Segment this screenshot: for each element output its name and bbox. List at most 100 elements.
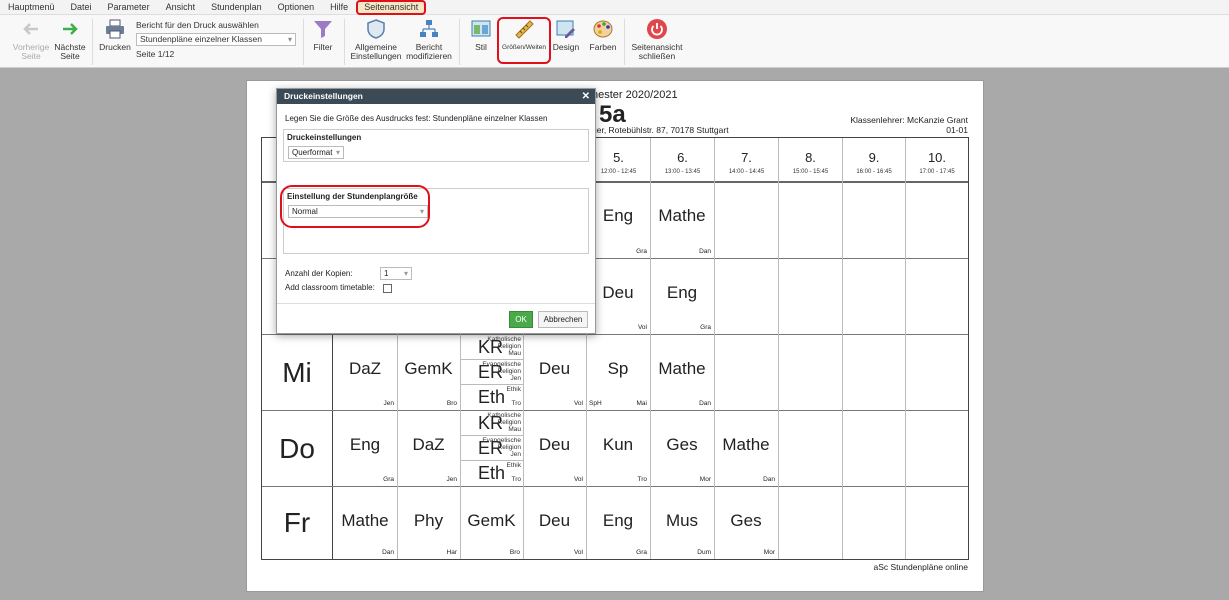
arrow-right-icon xyxy=(63,23,78,35)
ribbon-separator xyxy=(624,19,625,65)
religion-cell[interactable]: ER Evangelische Religion Jen xyxy=(460,360,523,385)
cancel-button[interactable]: Abbrechen xyxy=(538,311,588,328)
general-settings-button[interactable]: Allgemeine Einstellungen xyxy=(350,18,402,61)
lesson-cell[interactable]: DaZ Jen xyxy=(333,335,397,410)
lesson-subject: Deu xyxy=(538,359,571,378)
filter-button[interactable]: Filter xyxy=(308,18,338,52)
lesson-cell[interactable]: Deu Vol xyxy=(523,335,586,410)
style-button[interactable]: Stil xyxy=(467,18,495,52)
filter-label: Filter xyxy=(313,42,333,52)
close-preview-button[interactable]: Seitenansicht schließen xyxy=(630,18,684,61)
printer-icon xyxy=(106,19,124,39)
menu-hilfe[interactable]: Hilfe xyxy=(322,0,356,15)
copies-select[interactable]: 1 xyxy=(380,267,412,280)
column-divider xyxy=(905,181,906,559)
colors-label: Farben xyxy=(589,42,617,52)
group-label: Druckeinstellungen xyxy=(287,133,362,142)
design-label: Design xyxy=(552,42,580,52)
religion-detail: Ethik Tro xyxy=(506,386,521,407)
lesson-subject: Mus xyxy=(665,511,699,530)
lesson-subject: Mathe xyxy=(722,435,770,454)
lesson-teacher: Bro xyxy=(446,400,457,407)
lesson-teacher: Dan xyxy=(382,549,394,556)
dialog-header: Druckeinstellungen ✕ xyxy=(277,89,595,104)
lesson-cell[interactable]: Deu Vol xyxy=(523,411,586,486)
report-select[interactable]: Stundenpläne einzelner Klassen xyxy=(136,33,296,46)
lesson-cell[interactable]: Kun Tro xyxy=(586,411,650,486)
modify-report-button[interactable]: Bericht modifizieren xyxy=(405,18,453,61)
religion-cell[interactable]: Eth Ethik Tro xyxy=(460,461,523,486)
lesson-cell[interactable]: Mathe Dan xyxy=(650,335,714,410)
room-number: 01-01 xyxy=(946,125,968,135)
page-indicator: Seite 1/12 xyxy=(136,49,175,59)
power-icon xyxy=(647,19,667,39)
colors-button[interactable]: Farben xyxy=(588,18,618,52)
lesson-teacher: Vol xyxy=(573,476,583,483)
religion-cell[interactable]: Eth Ethik Tro xyxy=(460,385,523,410)
lesson-teacher: Har xyxy=(446,549,457,556)
ribbon-separator xyxy=(459,19,460,65)
lesson-teacher: Jen xyxy=(446,476,457,483)
copies-label: Anzahl der Kopien: xyxy=(285,269,353,278)
religion-detail: Evangelische Religion Jen xyxy=(482,437,521,458)
lesson-cell[interactable]: Phy Har xyxy=(397,487,460,559)
lesson-subject: Eng xyxy=(349,435,381,454)
period-header: 7. 14:00 - 14:45 xyxy=(714,138,778,181)
classroom-timetable-checkbox[interactable] xyxy=(383,284,392,293)
print-button[interactable]: Drucken xyxy=(98,18,132,52)
menu-hauptmenu[interactable]: Hauptmenü xyxy=(0,0,63,15)
religion-detail: Evangelische Religion Jen xyxy=(482,361,521,382)
lesson-cell[interactable]: Ges Mor xyxy=(650,411,714,486)
lesson-cell[interactable]: Eng Gra xyxy=(650,259,714,334)
lesson-cell[interactable]: Ges Mor xyxy=(714,487,778,559)
column-divider xyxy=(842,181,843,559)
dialog-title: Druckeinstellungen xyxy=(284,91,363,101)
menu-seitenansicht[interactable]: Seitenansicht xyxy=(356,0,427,15)
lesson-teacher: Gra xyxy=(383,476,394,483)
period-number: 9. xyxy=(868,150,880,165)
lesson-teacher: Dum xyxy=(697,549,711,556)
design-icon xyxy=(556,20,575,38)
orientation-select[interactable]: Querformat xyxy=(288,146,344,159)
ok-button[interactable]: OK xyxy=(509,311,533,328)
menu-optionen[interactable]: Optionen xyxy=(270,0,323,15)
lesson-cell[interactable]: DaZ Jen xyxy=(397,411,460,486)
dialog-description: Legen Sie die Größe des Ausdrucks fest: … xyxy=(285,114,548,123)
day-label: Fr xyxy=(262,487,333,559)
religion-cell[interactable]: ER Evangelische Religion Jen xyxy=(460,436,523,461)
prev-page-button[interactable]: Vorherige Seite xyxy=(12,18,50,61)
religion-cell[interactable]: KR Katholische Religion Mau xyxy=(460,411,523,436)
lesson-teacher: Tro xyxy=(637,476,647,483)
religion-cell[interactable]: KR Katholische Religion Mau xyxy=(460,335,523,360)
menu-ansicht[interactable]: Ansicht xyxy=(158,0,204,15)
period-header: 10. 17:00 - 17:45 xyxy=(905,138,968,181)
lesson-cell[interactable]: Mus Dum xyxy=(650,487,714,559)
lesson-cell[interactable]: Eng Gra xyxy=(586,487,650,559)
next-page-button[interactable]: Nächste Seite xyxy=(52,18,88,61)
column-divider xyxy=(778,181,779,559)
design-button[interactable]: Design xyxy=(552,18,580,52)
lesson-cell[interactable]: GemK Bro xyxy=(460,487,523,559)
lesson-cell[interactable]: Sp SpH Mai xyxy=(586,335,650,410)
lesson-subject: DaZ xyxy=(348,359,382,378)
lesson-cell[interactable]: GemK Bro xyxy=(397,335,460,410)
lesson-cell[interactable]: Mathe Dan xyxy=(333,487,397,559)
lesson-teacher: Vol xyxy=(637,324,647,331)
period-time: 16:00 - 16:45 xyxy=(856,169,892,175)
lesson-cell[interactable]: Mathe Dan xyxy=(650,182,714,258)
lesson-teacher: Mor xyxy=(763,549,775,556)
religion-detail: Katholische Religion Mau xyxy=(487,336,521,357)
lesson-subject: Deu xyxy=(538,435,571,454)
class-teacher: Klassenlehrer: McKanzie Grant xyxy=(850,115,968,125)
menu-parameter[interactable]: Parameter xyxy=(100,0,158,15)
close-icon[interactable]: ✕ xyxy=(582,89,590,104)
report-selector: Bericht für den Druck auswählen Stundenp… xyxy=(136,20,296,59)
lesson-cell[interactable]: Eng Gra xyxy=(333,411,397,486)
menu-stundenplan[interactable]: Stundenplan xyxy=(203,0,270,15)
menu-datei[interactable]: Datei xyxy=(63,0,100,15)
menu-bar: Hauptmenü Datei Parameter Ansicht Stunde… xyxy=(0,0,1229,15)
lesson-cell[interactable]: Mathe Dan xyxy=(714,411,778,486)
lesson-cell[interactable]: Deu Vol xyxy=(523,487,586,559)
highlight-size-setting xyxy=(280,185,430,228)
lesson-teacher: Dan xyxy=(763,476,775,483)
